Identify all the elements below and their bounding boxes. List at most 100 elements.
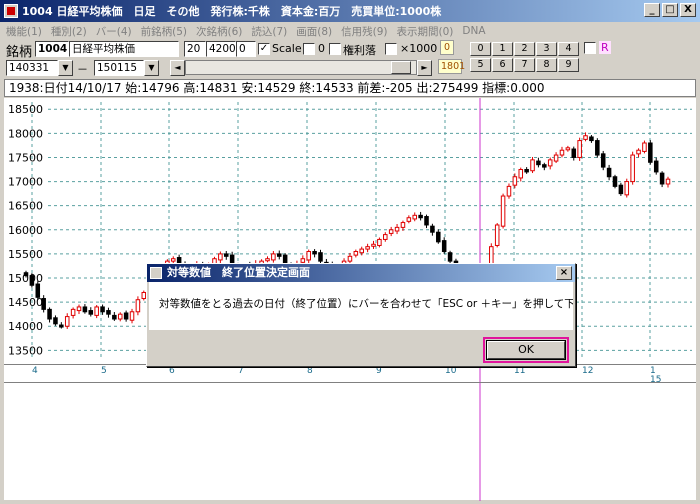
candle-body — [612, 176, 618, 187]
candle-body — [524, 169, 529, 173]
num-button-0[interactable]: 0 — [470, 42, 491, 56]
y-tick-label: 18500 — [8, 103, 43, 116]
candle-body — [218, 253, 223, 261]
badge-bottom: 1801 — [438, 59, 465, 74]
period-scrollbar[interactable] — [185, 60, 417, 75]
candle-body — [353, 250, 359, 256]
candle-body — [100, 306, 105, 313]
maximize-button[interactable]: □ — [662, 3, 678, 17]
ok-button[interactable]: OK — [486, 340, 566, 360]
date-from-dropdown-icon[interactable]: ▼ — [58, 60, 73, 76]
scale-value: 0 — [318, 42, 325, 55]
candle-body — [117, 313, 123, 320]
candle-body — [530, 159, 535, 172]
scale-checkbox[interactable]: ✓ — [258, 43, 270, 55]
kenri-checkbox[interactable] — [329, 43, 341, 55]
num-button-9[interactable]: 9 — [558, 58, 579, 72]
menu-period[interactable]: 表示期間(0) — [397, 24, 454, 39]
candle-body — [59, 324, 64, 328]
num-button-2[interactable]: 2 — [514, 42, 535, 56]
dialog-title: 対等数値 終了位置決定画面 — [167, 266, 310, 279]
meigara-label: 銘柄 — [6, 45, 33, 60]
candle-body — [82, 306, 88, 313]
num-button-4[interactable]: 4 — [558, 42, 579, 56]
y-tick-label: 17000 — [8, 176, 43, 189]
candle-body — [659, 172, 665, 185]
num-button-5[interactable]: 5 — [470, 58, 491, 72]
candle-body — [547, 159, 553, 167]
num-button-7[interactable]: 7 — [514, 58, 535, 72]
stock-code-input[interactable]: 1004 — [35, 41, 69, 57]
dialog-close-button[interactable]: × — [556, 266, 572, 280]
menu-load[interactable]: 読込(7) — [251, 24, 287, 39]
y-tick-label: 17500 — [8, 151, 43, 164]
num-button-3[interactable]: 3 — [536, 42, 557, 56]
scroll-left-button[interactable]: ◄ — [170, 60, 185, 76]
y-tick-label: 15500 — [8, 248, 43, 261]
date-to-select[interactable]: 150115 — [94, 60, 144, 76]
scale-value-checkbox[interactable] — [303, 43, 315, 55]
menu-prev-stock[interactable]: 前銘柄(5) — [141, 24, 187, 39]
candle-body — [312, 250, 317, 255]
y-tick-label: 16000 — [8, 224, 43, 237]
candle-body — [70, 308, 76, 316]
candle-body — [265, 258, 270, 262]
candle-body — [418, 214, 423, 219]
toolbar-row-1: 銘柄 1004 日経平均株価 20 4200 0 ✓ Scale 0 権利落 ×… — [0, 40, 700, 60]
menu-kinou[interactable]: 機能(1) — [6, 24, 42, 39]
period-scroll-thumb[interactable] — [391, 61, 411, 74]
candle-body — [406, 217, 412, 222]
close-button[interactable]: X — [680, 3, 696, 17]
title-bar: 1004 日経平均株価 日足 その他 発行株:千株 資本金:百万 売買単位:10… — [0, 0, 700, 22]
candle-body — [518, 169, 524, 179]
candle-body — [595, 140, 600, 156]
date-from-select[interactable]: 140331 — [6, 60, 58, 76]
y-tick-label: 16500 — [8, 200, 43, 213]
menu-bar-setting[interactable]: バー(4) — [96, 24, 132, 39]
stock-name-field[interactable]: 日経平均株価 — [69, 41, 179, 57]
num-button-6[interactable]: 6 — [492, 58, 513, 72]
candle-body — [365, 246, 370, 250]
indicator-pane[interactable] — [4, 382, 696, 501]
candle-body — [112, 314, 117, 320]
candle-body — [606, 167, 612, 178]
candle-body — [441, 240, 447, 252]
param-4200-input[interactable]: 4200 — [206, 41, 236, 57]
menu-dna[interactable]: DNA — [462, 25, 485, 37]
x1000-label: ×1000 — [400, 42, 438, 55]
scroll-right-button[interactable]: ► — [417, 60, 432, 76]
param-0-input[interactable]: 0 — [236, 41, 256, 57]
param-20-input[interactable]: 20 — [184, 41, 206, 57]
toolbar-row-2: 140331 ▼ － 150115 ▼ ◄ ► 1801 5 6 7 8 9 — [0, 58, 700, 78]
candle-body — [642, 142, 647, 152]
x-tick-label: 6 — [169, 366, 175, 376]
x-tick-label: 10 — [445, 366, 457, 376]
candle-body — [35, 283, 41, 298]
x1000-checkbox[interactable] — [385, 43, 397, 55]
candle-body — [565, 147, 571, 151]
candle-body — [377, 238, 382, 246]
candle-body — [29, 275, 35, 286]
candle-body — [64, 316, 70, 327]
menu-shubetsu[interactable]: 種別(2) — [51, 24, 87, 39]
x-tick-label: 9 — [376, 366, 382, 376]
r-checkbox[interactable] — [584, 42, 596, 54]
r-label: R — [599, 41, 611, 54]
minimize-button[interactable]: _ — [644, 3, 660, 17]
menu-screen[interactable]: 画面(8) — [296, 24, 332, 39]
candle-body — [624, 181, 630, 196]
num-button-1[interactable]: 1 — [492, 42, 513, 56]
dialog-titlebar: 対等数値 終了位置決定画面 × — [147, 264, 575, 282]
end-position-dialog: 対等数値 終了位置決定画面 × 対等数値をとる過去の日付（終了位置）にバーを合わ… — [146, 263, 576, 367]
candle-body — [347, 255, 353, 262]
candle-body — [271, 253, 276, 261]
date-to-dropdown-icon[interactable]: ▼ — [144, 60, 159, 76]
candle-body — [400, 222, 406, 228]
candle-body — [589, 136, 594, 142]
candle-body — [577, 140, 582, 158]
menu-margin[interactable]: 信用残(9) — [341, 24, 387, 39]
menu-next-stock[interactable]: 次銘柄(6) — [196, 24, 242, 39]
num-button-8[interactable]: 8 — [536, 58, 557, 72]
candle-body — [135, 299, 141, 313]
candle-body — [276, 253, 282, 257]
